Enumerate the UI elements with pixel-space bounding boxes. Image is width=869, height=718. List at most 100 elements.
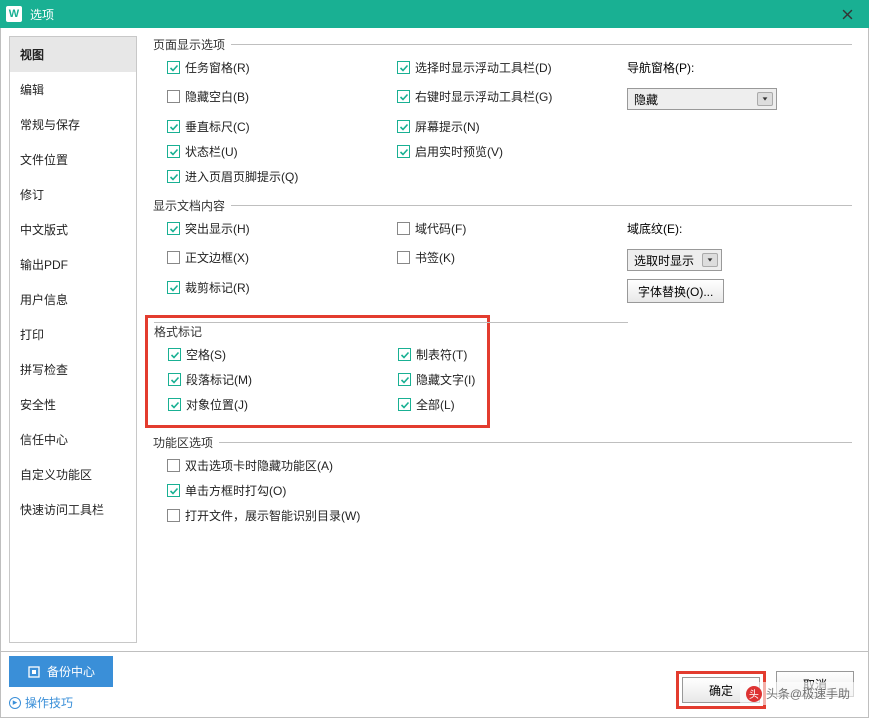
checkbox-icon [167, 484, 180, 497]
chevron-down-icon [757, 92, 773, 106]
checkbox-icon [398, 348, 411, 361]
checkbox-label: 段落标记(M) [186, 371, 252, 388]
checkbox-option[interactable]: 域代码(F) [397, 220, 627, 237]
checkbox-option[interactable]: 进入页眉页脚提示(Q) [167, 168, 397, 185]
font-substitute-button[interactable]: 字体替换(O)... [627, 279, 724, 303]
checkbox-label: 单击方框时打勾(O) [185, 482, 286, 499]
checkbox-option[interactable]: 突出显示(H) [167, 220, 397, 237]
tips-link[interactable]: ▸ 操作技巧 [9, 694, 73, 711]
checkbox-icon [168, 398, 181, 411]
group-page-display: 页面显示选项 任务窗格(R)选择时显示浮动工具栏(D)导航窗格(P):隐藏空白(… [153, 36, 852, 191]
checkbox-option[interactable]: 对象位置(J) [168, 396, 398, 413]
highlight-format-marks: 格式标记 空格(S)制表符(T)段落标记(M)隐藏文字(I)对象位置(J)全部(… [145, 315, 490, 428]
checkbox-icon [167, 509, 180, 522]
tips-label: 操作技巧 [25, 694, 73, 711]
checkbox-label: 右键时显示浮动工具栏(G) [415, 88, 552, 105]
checkbox-option[interactable]: 单击方框时打勾(O) [167, 482, 286, 499]
checkbox-label: 空格(S) [186, 346, 226, 363]
select-value: 隐藏 [634, 91, 658, 108]
checkbox-option[interactable]: 书签(K) [397, 249, 627, 266]
checkbox-option[interactable]: 打开文件，展示智能识别目录(W) [167, 507, 360, 524]
checkbox-icon [167, 145, 180, 158]
checkbox-icon [397, 61, 410, 74]
close-button[interactable] [831, 0, 863, 28]
checkbox-icon [167, 281, 180, 294]
checkbox-icon [168, 348, 181, 361]
checkbox-label: 隐藏空白(B) [185, 88, 249, 105]
checkbox-option[interactable]: 垂直标尺(C) [167, 118, 397, 135]
sidebar-item[interactable]: 打印 [10, 317, 136, 352]
checkbox-icon [168, 373, 181, 386]
checkbox-option[interactable]: 全部(L) [398, 396, 628, 413]
checkbox-label: 启用实时预览(V) [415, 143, 503, 160]
checkbox-icon [167, 222, 180, 235]
checkbox-label: 选择时显示浮动工具栏(D) [415, 59, 552, 76]
sidebar-item[interactable]: 视图 [10, 37, 136, 72]
sidebar-item[interactable]: 编辑 [10, 72, 136, 107]
checkbox-option[interactable]: 制表符(T) [398, 346, 628, 363]
sidebar-item[interactable]: 快速访问工具栏 [10, 492, 136, 527]
checkbox-icon [167, 61, 180, 74]
checkbox-icon [167, 120, 180, 133]
checkbox-icon [397, 90, 410, 103]
checkbox-option[interactable]: 隐藏文字(I) [398, 371, 628, 388]
group-format-marks: 格式标记 空格(S) 制表符(T) 段落标记(M) 隐藏文字(I) 对象位置(J) 全部(… [154, 322, 628, 419]
sidebar-item[interactable]: 常规与保存 [10, 107, 136, 142]
app-logo: W [6, 6, 22, 22]
sidebar-item[interactable]: 信任中心 [10, 422, 136, 457]
chevron-down-icon [702, 253, 718, 267]
sidebar-item[interactable]: 输出PDF [10, 247, 136, 282]
checkbox-option[interactable]: 正文边框(X) [167, 249, 397, 266]
sidebar-item[interactable]: 用户信息 [10, 282, 136, 317]
checkbox-option[interactable]: 启用实时预览(V) [397, 143, 627, 160]
checkbox-label: 全部(L) [416, 396, 455, 413]
sidebar: 视图编辑常规与保存文件位置修订中文版式输出PDF用户信息打印拼写检查安全性信任中… [9, 36, 137, 643]
cancel-button[interactable]: 取消 [776, 671, 854, 697]
checkbox-option[interactable]: 状态栏(U) [167, 143, 397, 160]
checkbox-icon [398, 373, 411, 386]
checkbox-icon [167, 170, 180, 183]
backup-center-button[interactable]: 备份中心 [9, 656, 113, 687]
play-icon: ▸ [9, 697, 21, 709]
checkbox-option[interactable]: 裁剪标记(R) [167, 279, 397, 296]
sidebar-item[interactable]: 修订 [10, 177, 136, 212]
checkbox-icon [167, 251, 180, 264]
group-legend: 格式标记 [154, 322, 628, 340]
window-title: 选项 [30, 6, 54, 23]
checkbox-label: 裁剪标记(R) [185, 279, 250, 296]
checkbox-label: 状态栏(U) [185, 143, 238, 160]
group-doc-content: 显示文档内容 突出显示(H)域代码(F)域底纹(E):正文边框(X)书签(K)选… [153, 197, 852, 309]
sidebar-item[interactable]: 文件位置 [10, 142, 136, 177]
highlight-ok: 确定 [676, 671, 766, 709]
checkbox-icon [167, 90, 180, 103]
group-legend: 功能区选项 [153, 434, 219, 451]
nav-pane-label: 导航窗格(P): [627, 59, 852, 76]
checkbox-option[interactable]: 隐藏空白(B) [167, 88, 397, 105]
checkbox-label: 隐藏文字(I) [416, 371, 475, 388]
content-panel: 页面显示选项 任务窗格(R)选择时显示浮动工具栏(D)导航窗格(P):隐藏空白(… [137, 28, 868, 651]
checkbox-option[interactable]: 段落标记(M) [168, 371, 398, 388]
checkbox-icon [167, 459, 180, 472]
checkbox-icon [398, 398, 411, 411]
checkbox-label: 正文边框(X) [185, 249, 249, 266]
nav-pane-select[interactable]: 隐藏 [627, 88, 777, 110]
sidebar-item[interactable]: 安全性 [10, 387, 136, 422]
ok-button[interactable]: 确定 [682, 677, 760, 703]
backup-label: 备份中心 [47, 663, 95, 680]
checkbox-option[interactable]: 空格(S) [168, 346, 398, 363]
checkbox-icon [397, 222, 410, 235]
checkbox-option[interactable]: 右键时显示浮动工具栏(G) [397, 88, 627, 105]
field-shading-select[interactable]: 选取时显示 [627, 249, 722, 271]
checkbox-label: 对象位置(J) [186, 396, 248, 413]
checkbox-option[interactable]: 任务窗格(R) [167, 59, 397, 76]
checkbox-option[interactable]: 选择时显示浮动工具栏(D) [397, 59, 627, 76]
checkbox-option[interactable]: 屏幕提示(N) [397, 118, 627, 135]
sidebar-item[interactable]: 自定义功能区 [10, 457, 136, 492]
checkbox-option[interactable]: 双击选项卡时隐藏功能区(A) [167, 457, 333, 474]
sidebar-item[interactable]: 中文版式 [10, 212, 136, 247]
group-ribbon: 功能区选项 双击选项卡时隐藏功能区(A) 单击方框时打勾(O) 打开文件，展示智能识… [153, 434, 852, 530]
checkbox-label: 进入页眉页脚提示(Q) [185, 168, 298, 185]
backup-icon [27, 665, 41, 679]
group-legend: 显示文档内容 [153, 197, 231, 214]
sidebar-item[interactable]: 拼写检查 [10, 352, 136, 387]
